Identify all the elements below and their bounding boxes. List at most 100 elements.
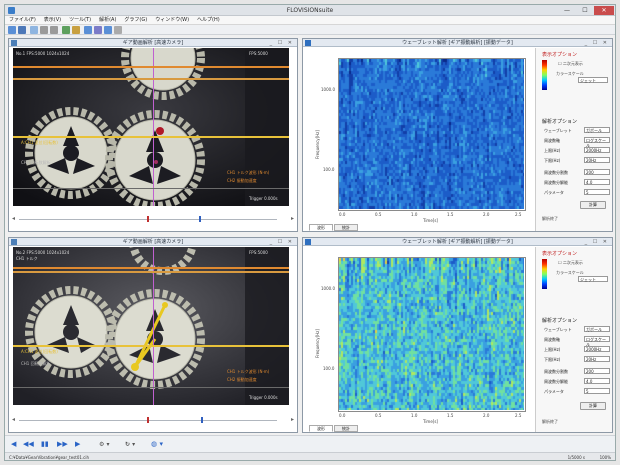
option-label: ウェーブレット <box>544 327 572 332</box>
option-input[interactable]: 4.0 <box>584 179 610 185</box>
wavelet-pane-bottom: ウェーブレット解析 [ギア振動解析] [振動データ] _ ☐ ✕ Frequen… <box>302 237 613 433</box>
open-icon[interactable] <box>8 26 16 34</box>
speed-icon[interactable]: ⚙ ▾ <box>99 440 109 449</box>
menu-graph[interactable]: グラフ(G) <box>120 16 151 25</box>
close-button[interactable]: ✕ <box>594 6 614 15</box>
option-select[interactable]: ログスケール <box>584 336 610 347</box>
video-frame[interactable]: No.1 FPS:5000 1024x1024 FPS:5000 A:CH1 変… <box>13 48 289 206</box>
scalogram[interactable] <box>339 59 524 209</box>
option-input[interactable]: 2000Hz <box>584 147 610 153</box>
2d-checkbox[interactable]: ☐ 二次元表示 <box>558 260 583 266</box>
frame-slider[interactable] <box>19 216 277 222</box>
pane-title-text: ウェーブレット解析 [ギア振動解析] [振動データ] <box>402 239 513 245</box>
option-input[interactable]: 20Hz <box>584 356 610 362</box>
slider-left-icon[interactable]: ◂ <box>10 416 17 423</box>
options-panel: 表示オプション ☐ 二次元表示 カラースケール ジェット 解析オプション ウェー… <box>535 247 612 432</box>
option-row: 周波数分割数 200 <box>544 368 610 375</box>
option-input[interactable]: 2000Hz <box>584 346 610 352</box>
rewind-button[interactable]: ◀ <box>11 440 16 449</box>
loop-icon[interactable]: ↻ ▾ <box>125 440 135 449</box>
info-line-1: CH1 トルク波形 (N·m) <box>227 170 270 175</box>
tab-stats[interactable]: 統計 <box>334 224 358 231</box>
measure-icon[interactable] <box>84 26 92 34</box>
tab-waveform[interactable]: 波形 <box>309 224 333 231</box>
pane-controls[interactable]: _ ☐ ✕ <box>270 39 294 47</box>
x-tick: 1.5 <box>447 413 454 418</box>
fast-rewind-button[interactable]: ◀◀ <box>23 440 34 449</box>
status-file: C:¥Data¥GearVibration¥gear_test01.cih <box>9 455 90 460</box>
video-frame[interactable]: No.2 FPS:5000 1024x1024 FPS:5000 CH1 トルク… <box>13 247 289 405</box>
x-axis-label: Time[s] <box>423 419 438 424</box>
maximize-button[interactable]: ☐ <box>577 6 593 15</box>
option-input[interactable]: 20Hz <box>584 157 610 163</box>
menu-bar: ファイル(F) 表示(V) ツール(T) 解析(A) グラフ(G) ウィンドウ(W) ヘルプ… <box>5 16 615 25</box>
trigger-label: Trigger 0.000s <box>249 395 278 400</box>
color-scale-value[interactable]: ジェット <box>578 276 608 282</box>
color-scale-value[interactable]: ジェット <box>578 77 608 83</box>
menu-analysis[interactable]: 解析(A) <box>95 16 120 25</box>
option-input[interactable]: 200 <box>584 169 610 175</box>
menu-window[interactable]: ウィンドウ(W) <box>151 16 193 25</box>
slider-right-icon[interactable]: ▸ <box>289 215 296 222</box>
slider-thumb[interactable] <box>199 216 201 222</box>
trigger-label: Trigger 0.000s <box>249 196 278 201</box>
settings-icon[interactable] <box>114 26 122 34</box>
waveform-gray <box>13 387 289 388</box>
slider-marker-red[interactable] <box>147 417 149 423</box>
x-tick: 0.0 <box>339 212 346 217</box>
title-bar: FLOVISIONsuite — ☐ ✕ <box>5 5 615 16</box>
calculate-button[interactable]: 計算 <box>580 201 606 209</box>
color-scale-select[interactable]: ジェット <box>556 77 608 84</box>
option-row: 下限(Hz) 20Hz <box>544 356 610 363</box>
fast-forward-button[interactable]: ▶▶ <box>57 440 68 449</box>
option-input[interactable]: 5 <box>584 388 610 394</box>
calculate-button[interactable]: 計算 <box>580 402 606 410</box>
pane-controls[interactable]: _ ☐ ✕ <box>585 39 609 47</box>
options-panel: 表示オプション ☐ 二次元表示 カラースケール ジェット 解析オプション ウェー… <box>535 48 612 231</box>
option-select[interactable]: ガボール <box>584 326 610 332</box>
redo-icon[interactable] <box>50 26 58 34</box>
menu-view[interactable]: 表示(V) <box>40 16 65 25</box>
pause-button[interactable]: ▮▮ <box>41 440 49 449</box>
slider-marker-red[interactable] <box>147 216 149 222</box>
time-cursor[interactable] <box>153 48 154 206</box>
option-input[interactable]: 4.0 <box>584 378 610 384</box>
display-options-heading: 表示オプション <box>542 251 578 257</box>
frame-slider[interactable] <box>19 417 277 423</box>
save-icon[interactable] <box>18 26 26 34</box>
2d-checkbox[interactable]: ☐ 二次元表示 <box>558 61 583 67</box>
globe-icon[interactable]: ◍ ▾ <box>151 440 163 449</box>
tab-stats[interactable]: 統計 <box>334 425 358 432</box>
play-icon[interactable] <box>62 26 70 34</box>
play-button[interactable]: ▶ <box>75 440 80 449</box>
option-label: 周波数分割数 <box>544 170 568 175</box>
2d-checkbox-label: 二次元表示 <box>562 260 583 265</box>
option-select[interactable]: ガボール <box>584 127 610 133</box>
slider-thumb[interactable] <box>201 417 203 423</box>
grid-icon[interactable] <box>104 26 112 34</box>
chart-icon[interactable] <box>94 26 102 34</box>
pane-controls[interactable]: _ ☐ ✕ <box>270 238 294 246</box>
option-row: 上限(Hz) 2000Hz <box>544 147 610 154</box>
zoom-icon[interactable] <box>72 26 80 34</box>
overlay-line-3: CH1 トルク <box>16 256 38 261</box>
analysis-options-heading: 解析オプション <box>542 318 578 324</box>
option-input[interactable]: 200 <box>584 368 610 374</box>
pane-title: ウェーブレット解析 [ギア振動解析] [振動データ] _ ☐ ✕ <box>303 39 612 47</box>
scalogram[interactable] <box>339 258 524 410</box>
minimize-button[interactable]: — <box>559 6 575 15</box>
option-select[interactable]: ログスケール <box>584 137 610 148</box>
menu-help[interactable]: ヘルプ(H) <box>193 16 224 25</box>
tab-waveform[interactable]: 波形 <box>309 425 333 432</box>
pane-title-text: ウェーブレット解析 [ギア振動解析] [振動データ] <box>402 40 513 46</box>
slider-right-icon[interactable]: ▸ <box>289 416 296 423</box>
menu-tools[interactable]: ツール(T) <box>65 16 95 25</box>
pane-controls[interactable]: _ ☐ ✕ <box>585 238 609 246</box>
menu-file[interactable]: ファイル(F) <box>5 16 40 25</box>
option-input[interactable]: 5 <box>584 189 610 195</box>
slider-left-icon[interactable]: ◂ <box>10 215 17 222</box>
copy-icon[interactable] <box>30 26 38 34</box>
window-title: FLOVISIONsuite <box>286 7 334 14</box>
color-scale-select[interactable]: ジェット <box>556 276 608 283</box>
undo-icon[interactable] <box>40 26 48 34</box>
